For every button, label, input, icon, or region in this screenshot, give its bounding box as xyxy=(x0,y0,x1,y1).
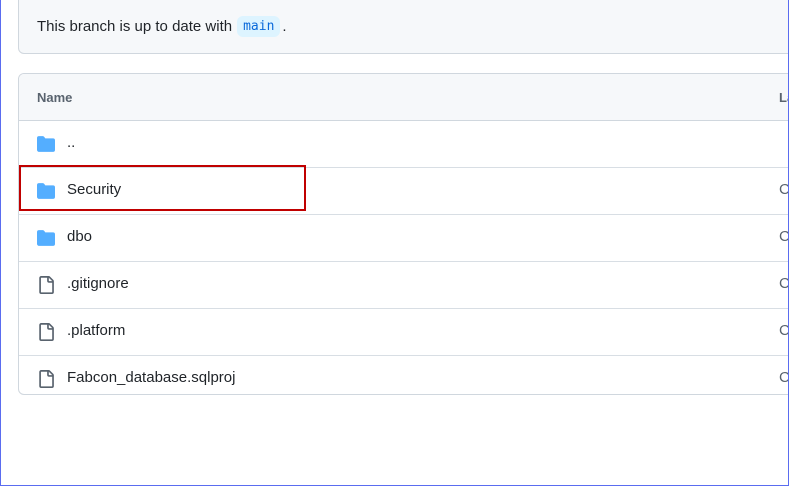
file-icon xyxy=(39,370,54,388)
header-name: Name xyxy=(37,90,73,105)
file-row-dbo[interactable]: dbo C xyxy=(19,215,789,262)
header-last-commit-truncated: La xyxy=(779,90,789,105)
file-list-table: Name La .. Security C dbo C .gitignore C xyxy=(18,73,789,395)
file-row-last-commit-truncated: C xyxy=(779,369,789,386)
file-row-security[interactable]: Security C xyxy=(19,168,789,215)
file-row-name[interactable]: .gitignore xyxy=(67,275,129,292)
file-row-name[interactable]: .. xyxy=(67,134,75,151)
file-row-name[interactable]: .platform xyxy=(67,322,125,339)
branch-status-banner: This branch is up to date with main . xyxy=(18,0,789,54)
folder-icon xyxy=(37,136,55,152)
file-icon xyxy=(39,276,54,294)
file-row-name[interactable]: Fabcon_database.sqlproj xyxy=(67,369,235,386)
file-row-last-commit-truncated: C xyxy=(779,275,789,292)
folder-icon xyxy=(37,183,55,199)
file-row-name[interactable]: dbo xyxy=(67,228,92,245)
file-row-fabcon-sqlproj[interactable]: Fabcon_database.sqlproj C xyxy=(19,356,789,394)
file-row-gitignore[interactable]: .gitignore C xyxy=(19,262,789,309)
file-list-header: Name La xyxy=(19,74,789,121)
file-icon xyxy=(39,323,54,341)
file-row-parent-directory[interactable]: .. xyxy=(19,121,789,168)
file-row-last-commit-truncated: C xyxy=(779,181,789,198)
branch-name-pill[interactable]: main xyxy=(237,16,281,37)
branch-status-text: This branch is up to date with xyxy=(37,18,233,35)
file-row-name[interactable]: Security xyxy=(67,181,121,198)
file-row-platform[interactable]: .platform C xyxy=(19,309,789,356)
file-row-last-commit-truncated: C xyxy=(779,322,789,339)
file-row-last-commit-truncated: C xyxy=(779,228,789,245)
branch-status-period: . xyxy=(282,18,287,35)
folder-icon xyxy=(37,230,55,246)
